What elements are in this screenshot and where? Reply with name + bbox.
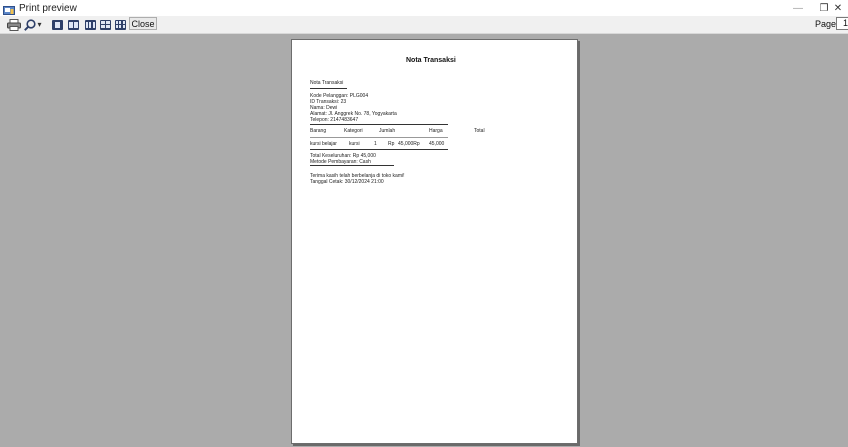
divider <box>310 88 347 89</box>
table-cell-total: 45,000 <box>429 141 445 147</box>
four-pages-icon <box>99 19 111 30</box>
section-title: Nota Transaksi <box>310 80 344 86</box>
print-date: Tanggal Cetak: 30/12/2024 21:00 <box>310 179 384 185</box>
page-label: Page <box>815 19 837 29</box>
two-pages-icon <box>67 19 79 30</box>
six-pages-button[interactable] <box>114 18 126 31</box>
table-cell-harga: 45,000Rp <box>398 141 420 147</box>
table-header-harga: Harga <box>429 128 443 134</box>
divider <box>310 149 448 150</box>
document-heading: Nota Transaksi <box>406 57 456 64</box>
one-page-button[interactable] <box>51 18 63 31</box>
close-window-button[interactable]: ✕ <box>828 0 848 16</box>
table-header-total: Total <box>474 128 485 134</box>
close-button[interactable]: Close <box>129 17 157 30</box>
print-preview-app-icon <box>3 3 15 15</box>
one-page-icon <box>51 19 63 30</box>
four-pages-button[interactable] <box>99 18 111 31</box>
zoom-dropdown-button[interactable]: ▾ <box>22 18 44 31</box>
divider <box>310 137 448 138</box>
printer-icon <box>7 18 21 31</box>
table-header-barang: Barang <box>310 128 327 134</box>
table-header-jumlah: Jumlah <box>379 128 396 134</box>
chevron-down-icon: ▾ <box>37 20 42 29</box>
divider <box>310 165 394 166</box>
preview-area[interactable]: Nota Transaksi Nota Transaksi Kode Pelan… <box>0 34 848 447</box>
title-bar: Print preview — ❐ ✕ <box>0 0 848 16</box>
table-cell-jumlah: 1 <box>374 141 377 147</box>
toolbar: ▾ Close Page 1 <box>0 16 848 34</box>
three-pages-button[interactable] <box>84 18 96 31</box>
table-cell-barang: kursi belajar <box>310 141 337 147</box>
preview-page: Nota Transaksi Nota Transaksi Kode Pelan… <box>291 39 578 444</box>
table-cell-currency: Rp <box>388 141 395 147</box>
magnifier-icon <box>24 18 37 31</box>
print-preview-window: Print preview — ❐ ✕ ▾ Close Page 1 Nota … <box>0 0 848 447</box>
table-header-kategori: Kategori <box>344 128 363 134</box>
customer-phone: Telepon: 2147483647 <box>310 117 359 123</box>
six-pages-icon <box>114 19 126 30</box>
print-button[interactable] <box>6 18 22 31</box>
receipt-document: Nota Transaksi Nota Transaksi Kode Pelan… <box>292 40 577 443</box>
page-number-input[interactable]: 1 <box>836 17 848 30</box>
two-pages-button[interactable] <box>67 18 79 31</box>
three-pages-icon <box>84 19 96 30</box>
window-title: Print preview <box>19 2 77 14</box>
table-cell-kategori: kursi <box>349 141 360 147</box>
divider <box>310 124 448 125</box>
